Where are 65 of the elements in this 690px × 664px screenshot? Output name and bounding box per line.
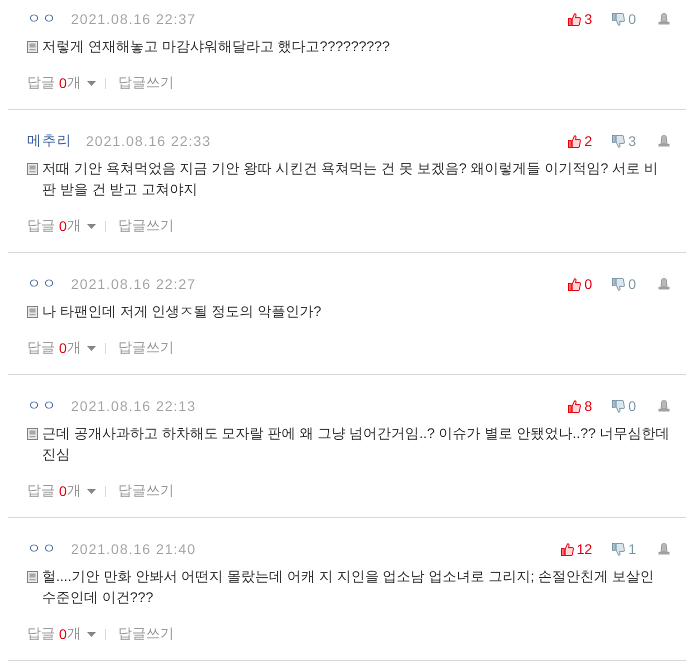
replies-toggle[interactable]: 답글 0개 <box>27 339 96 357</box>
report-button[interactable] <box>658 278 670 290</box>
replies-toggle[interactable]: 답글 0개 <box>27 217 96 235</box>
caret-icon <box>86 632 96 636</box>
write-reply-link[interactable]: 답글쓰기 <box>118 625 174 643</box>
replies-toggle[interactable]: 답글 0개 <box>27 625 96 643</box>
comment-text: 저때 기안 욕쳐먹었음 지금 기안 왕따 시킨건 욕쳐먹는 건 못 보겠음? 왜이렇게들 이기적임? 서로 비판 받을 건 받고 고쳐야지 <box>42 159 660 199</box>
comment-date: 2021.08.16 21:40 <box>71 541 196 557</box>
thumbs-up-icon <box>560 542 574 556</box>
author-name[interactable]: 메추리 <box>27 132 72 150</box>
thumbs-down-icon <box>612 400 626 412</box>
thumbs-up-icon <box>568 12 582 26</box>
dislike-button[interactable]: 0 <box>612 276 636 292</box>
replies-toggle[interactable]: 답글 0개 <box>27 482 96 500</box>
comment-text: 근데 공개사과하고 하차해도 모자랄 판에 왜 그냥 넘어간거임..? 이슈가 별로 안됐었나..?? 너무심한데 진심 <box>42 424 670 464</box>
like-button[interactable]: 2 <box>568 133 592 149</box>
author-name[interactable]: ㅇㅇ <box>27 10 57 28</box>
comment-text: 나 타팬인데 저게 인생ㅈ될 정도의 악플인가? <box>42 302 322 321</box>
caret-icon <box>86 488 96 494</box>
caret-icon <box>86 346 96 350</box>
comment-date: 2021.08.16 22:27 <box>71 276 196 292</box>
like-button[interactable]: 8 <box>568 398 592 414</box>
comment-text: 헐....기안 만화 안봐서 어떤지 몰랐는데 어캐 지 지인을 업소남 업소녀로 그리지; 손절안친게 보살인 수준인데 이건??? <box>42 567 656 607</box>
write-reply-link[interactable]: 답글쓰기 <box>118 74 174 92</box>
report-button[interactable] <box>658 400 670 412</box>
dislike-button[interactable]: 3 <box>612 133 636 149</box>
document-icon <box>27 428 38 440</box>
comment-date: 2021.08.16 22:37 <box>71 11 196 27</box>
comment-text: 저렇게 연재해놓고 마감샤워해달라고 했다고????????? <box>42 37 391 56</box>
dislike-button[interactable]: 0 <box>612 398 636 414</box>
document-icon <box>27 306 38 318</box>
siren-icon <box>658 400 670 412</box>
siren-icon <box>658 278 670 290</box>
thumbs-down-icon <box>612 134 626 148</box>
like-button[interactable]: 3 <box>568 11 592 27</box>
siren-icon <box>658 13 670 25</box>
thumbs-up-icon <box>568 134 582 148</box>
write-reply-link[interactable]: 답글쓰기 <box>118 339 174 357</box>
thumbs-down-icon <box>612 542 626 556</box>
thumbs-up-icon <box>568 278 582 290</box>
report-button[interactable] <box>658 543 670 555</box>
report-button[interactable] <box>658 13 670 25</box>
document-icon <box>27 41 38 53</box>
comment-date: 2021.08.16 22:13 <box>71 398 196 414</box>
dislike-button[interactable]: 1 <box>612 541 636 557</box>
comment-date: 2021.08.16 22:33 <box>86 133 211 149</box>
siren-icon <box>658 135 670 147</box>
report-button[interactable] <box>658 135 670 147</box>
document-icon <box>27 571 38 583</box>
thumbs-down-icon <box>612 12 626 26</box>
siren-icon <box>658 543 670 555</box>
like-button[interactable]: 0 <box>568 276 592 292</box>
dislike-button[interactable]: 0 <box>612 11 636 27</box>
write-reply-link[interactable]: 답글쓰기 <box>118 482 174 500</box>
author-name[interactable]: ㅇㅇ <box>27 397 57 415</box>
like-button[interactable]: 12 <box>560 541 592 557</box>
caret-icon <box>86 80 96 86</box>
write-reply-link[interactable]: 답글쓰기 <box>118 217 174 235</box>
thumbs-up-icon <box>568 400 582 412</box>
thumbs-down-icon <box>612 278 626 290</box>
author-name[interactable]: ㅇㅇ <box>27 275 57 293</box>
caret-icon <box>86 224 96 228</box>
document-icon <box>27 163 38 175</box>
author-name[interactable]: ㅇㅇ <box>27 540 57 558</box>
replies-toggle[interactable]: 답글 0개 <box>27 74 96 92</box>
